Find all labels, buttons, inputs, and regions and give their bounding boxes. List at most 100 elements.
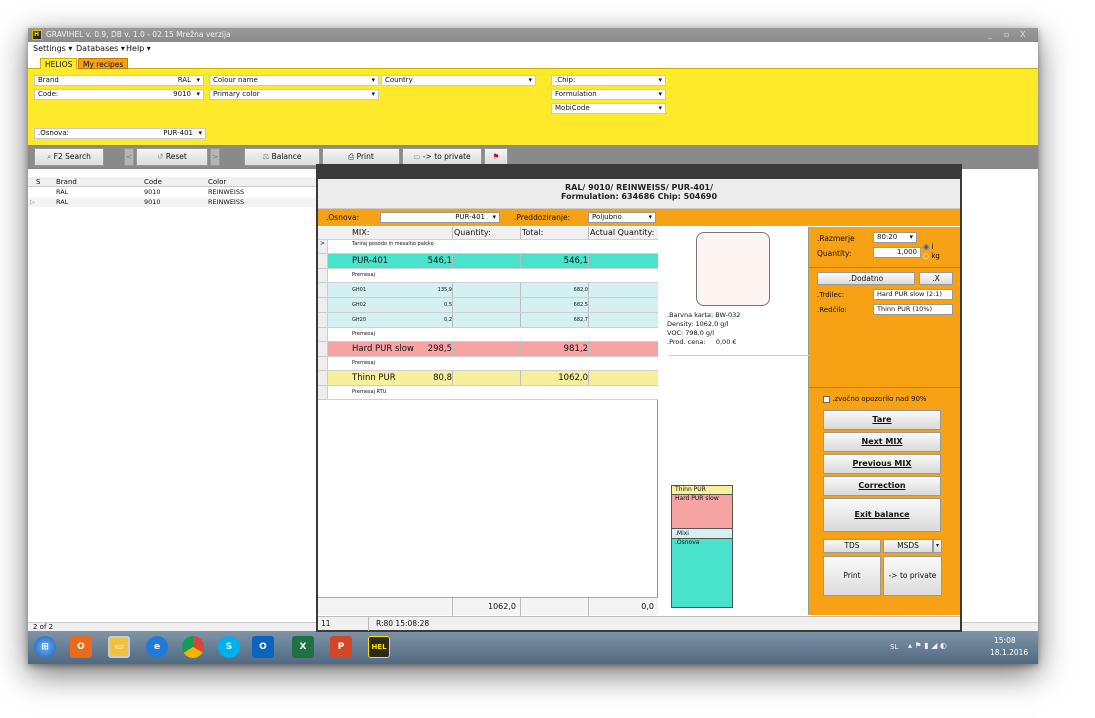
mix-row-instruction[interactable]: Premesaj xyxy=(318,328,658,342)
taskbar: ⊞ O ▭ e S O X P HEL SL ▴ ⚑ ▮ ◢ ◐ 15:08 1… xyxy=(28,631,1038,664)
msds-button[interactable]: MSDS xyxy=(883,539,933,553)
reset-button[interactable]: ↺ Reset xyxy=(136,148,208,166)
tab-helios[interactable]: HELIOS xyxy=(40,58,78,69)
gravihel-icon[interactable]: HEL xyxy=(368,636,390,658)
mix-row-component[interactable]: Thinn PUR 80,8 1062,0 xyxy=(318,371,658,386)
trdilec-field[interactable]: Hard PUR slow (2:1) xyxy=(873,289,953,300)
unit-kg-radio[interactable]: ○ kg xyxy=(923,252,940,260)
menu-settings[interactable]: Settings ▾ xyxy=(33,44,72,53)
clock-time[interactable]: 15:08 xyxy=(994,636,1016,645)
table-row[interactable]: ▷ RAL 9010 REINWEISS xyxy=(28,198,318,207)
clock-date[interactable]: 18.1.2016 xyxy=(990,648,1028,657)
row-name: GH01 xyxy=(352,287,366,293)
mobicode-field[interactable]: MobiCode ▾ xyxy=(551,103,666,114)
next-mix-button[interactable]: Next MIX xyxy=(823,432,941,452)
mix-row-component[interactable]: PUR-401 546,1 546,1 xyxy=(318,254,658,269)
next-button[interactable]: > xyxy=(210,148,220,166)
row-name: Hard PUR slow xyxy=(352,344,414,354)
color-info: .Barvna karta: BW-032 Density: 1062,0 g/… xyxy=(667,311,740,347)
control-panel: .Razmerje 80:20 ▾ Quantity: 1,000 ◉ l ○ … xyxy=(809,227,960,615)
dodatno-button[interactable]: .Dodatno xyxy=(817,272,915,285)
outlook-icon[interactable]: O xyxy=(252,636,274,658)
formulation-field[interactable]: Formulation ▾ xyxy=(551,89,666,100)
menu-help[interactable]: Help ▾ xyxy=(126,44,151,53)
col-code[interactable]: Code xyxy=(144,178,162,186)
mix-row-component[interactable]: GH20 0,2 682,7 xyxy=(318,313,658,328)
mix-row-instruction[interactable]: Premesaj xyxy=(318,357,658,371)
country-field[interactable]: Country ▾ xyxy=(381,75,536,86)
dialog-status-bar: 11 R:80 15:08:28 xyxy=(318,616,960,631)
brand-value: RAL xyxy=(177,76,191,84)
redcilo-field[interactable]: Thinn PUR (10%) xyxy=(873,304,953,315)
unit-l-radio[interactable]: ◉ l xyxy=(923,243,933,251)
col-divider xyxy=(588,342,589,356)
quantity-input[interactable]: 1,000 xyxy=(873,247,921,258)
chip-label: .Chip: xyxy=(555,76,576,84)
brand-field[interactable]: Brand RAL ▾ xyxy=(34,75,204,86)
language-indicator[interactable]: SL xyxy=(890,643,898,651)
mix-row-component[interactable]: GH01 135,9 682,0 xyxy=(318,283,658,298)
header-line-1: RAL/ 9010/ REINWEISS/ PUR-401/ xyxy=(564,183,714,192)
tare-button[interactable]: Tare xyxy=(823,410,941,430)
col-s[interactable]: S xyxy=(36,178,40,186)
row-total: 682,7 xyxy=(573,317,588,323)
office-icon[interactable]: O xyxy=(70,636,92,658)
maximize-button[interactable]: ▫ xyxy=(1004,30,1009,39)
minimize-button[interactable]: _ xyxy=(988,30,992,39)
col-divider xyxy=(452,298,453,312)
stack-mixi: .Mixi xyxy=(672,529,732,539)
balance-button[interactable]: ⚖ Balance xyxy=(244,148,320,166)
mix-row-component[interactable]: GH02 0,5 682,5 xyxy=(318,298,658,313)
code-field[interactable]: Code: 9010 ▾ xyxy=(34,89,204,100)
col-brand[interactable]: Brand xyxy=(56,178,77,186)
row-name: GH02 xyxy=(352,302,366,308)
primary-color-field[interactable]: Primary color ▾ xyxy=(209,89,379,100)
osnova-select[interactable]: PUR-401 ▾ xyxy=(380,212,500,223)
col-divider xyxy=(520,371,521,385)
previous-mix-button[interactable]: Previous MIX xyxy=(823,454,941,474)
prev-button[interactable]: < xyxy=(124,148,134,166)
to-private-balance-button[interactable]: -> to private xyxy=(883,556,942,596)
mix-row-instruction[interactable]: Premesaj RTU xyxy=(318,386,658,400)
exit-balance-button[interactable]: Exit balance xyxy=(823,498,941,532)
app-window: H GRAVIHEL v. 0.9, DB v. 1.0 - 02.15 Mre… xyxy=(28,28,1038,664)
col-divider xyxy=(452,254,453,268)
menu-databases[interactable]: Databases ▾ xyxy=(76,44,125,53)
tray-icons[interactable]: ▴ ⚑ ▮ ◢ ◐ xyxy=(908,641,947,650)
predoz-select[interactable]: Poljubno ▾ xyxy=(588,212,656,223)
tds-button[interactable]: TDS xyxy=(823,539,881,553)
row-indicator xyxy=(318,342,328,356)
correction-button[interactable]: Correction xyxy=(823,476,941,496)
print-balance-button[interactable]: Print xyxy=(823,556,881,596)
divider xyxy=(809,387,960,388)
reset-button-label: Reset xyxy=(165,152,187,161)
col-divider xyxy=(520,313,521,327)
ie-icon[interactable]: e xyxy=(146,636,168,658)
tab-my-recipes[interactable]: My recipes xyxy=(78,58,129,69)
osnova-field[interactable]: .Osnova: PUR-401 ▾ xyxy=(34,128,206,139)
colour-name-field[interactable]: Colour name ▾ xyxy=(209,75,379,86)
excel-icon[interactable]: X xyxy=(292,636,314,658)
start-button-icon[interactable]: ⊞ xyxy=(34,636,56,658)
skype-icon[interactable]: S xyxy=(218,636,240,658)
chip-field[interactable]: .Chip: ▾ xyxy=(551,75,666,86)
col-divider xyxy=(452,283,453,297)
folder-icon[interactable]: ▭ xyxy=(108,636,130,658)
col-divider xyxy=(452,227,453,239)
sound-warning-checkbox[interactable]: .zvočno opozorilo nad 90% xyxy=(823,395,927,403)
chrome-icon[interactable] xyxy=(182,636,204,658)
msds-dropdown-icon[interactable]: ▾ xyxy=(933,539,942,553)
mix-row-instruction[interactable]: > Tariraj posodo in mesalno palcko xyxy=(318,240,658,254)
chevron-down-icon: ▾ xyxy=(658,76,662,84)
search-button[interactable]: ⌕ F2 Search xyxy=(34,148,104,166)
x-button[interactable]: .X xyxy=(919,272,953,285)
row-total: 1062,0 xyxy=(558,373,588,383)
razmerje-select[interactable]: 80:20 ▾ xyxy=(873,232,917,243)
mix-table-footer: 1062,0 0,0 xyxy=(318,597,658,616)
mix-row-instruction[interactable]: Premesaj xyxy=(318,269,658,283)
table-row[interactable]: RAL 9010 REINWEISS xyxy=(28,188,318,197)
col-color[interactable]: Color xyxy=(208,178,226,186)
powerpoint-icon[interactable]: P xyxy=(330,636,352,658)
close-button[interactable]: X xyxy=(1020,30,1025,39)
mix-row-component[interactable]: Hard PUR slow 298,5 981,2 xyxy=(318,342,658,357)
